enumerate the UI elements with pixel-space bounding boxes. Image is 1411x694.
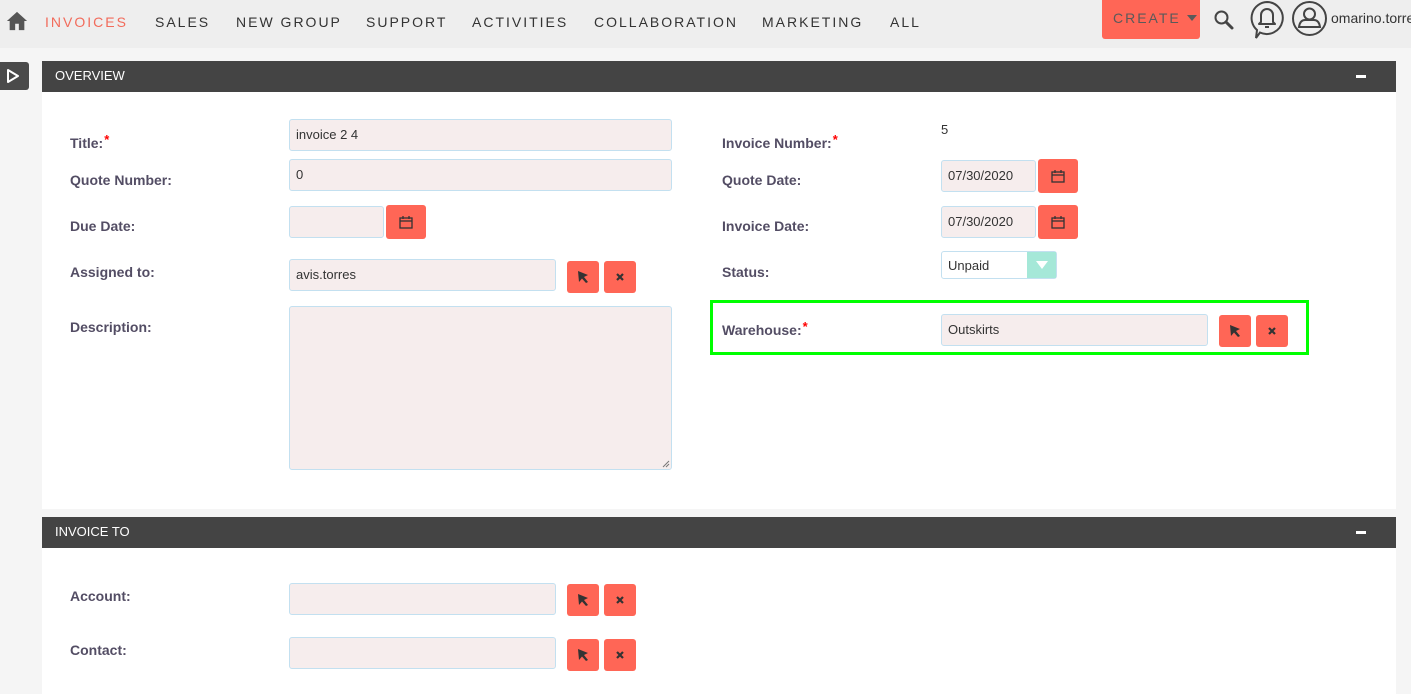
status-select[interactable]: Unpaid [941, 251, 1057, 279]
assigned-to-label: Assigned to: [70, 264, 155, 280]
assigned-to-input[interactable]: avis.torres [289, 259, 556, 291]
clear-x-icon [1268, 327, 1276, 335]
warehouse-label: Warehouse:* [722, 319, 808, 338]
account-input[interactable] [289, 583, 556, 615]
invoice-number-value: 5 [941, 122, 949, 137]
cursor-arrow-icon [578, 594, 588, 606]
status-selected-value: Unpaid [948, 258, 990, 273]
assigned-to-clear-button[interactable] [604, 261, 636, 293]
quote-date-label: Quote Date: [722, 172, 802, 188]
contact-label: Contact: [70, 642, 127, 658]
description-textarea[interactable] [289, 306, 672, 470]
due-date-input[interactable] [289, 206, 384, 238]
calendar-icon [1051, 216, 1065, 229]
nav-item-activities[interactable]: ACTIVITIES [472, 14, 568, 30]
user-avatar-icon[interactable] [1291, 0, 1328, 37]
nav-item-collaboration[interactable]: COLLABORATION [594, 14, 738, 30]
invoice-to-panel-title: INVOICE TO [55, 524, 130, 539]
nav-item-sales[interactable]: SALES [155, 14, 210, 30]
quote-date-calendar-button[interactable] [1038, 159, 1078, 193]
invoice-to-panel-body [42, 548, 1396, 694]
warehouse-select-button[interactable] [1219, 315, 1251, 347]
nav-item-marketing[interactable]: MARKETING [762, 14, 863, 30]
collapse-icon[interactable] [1356, 531, 1366, 534]
nav-item-invoices[interactable]: INVOICES [45, 14, 128, 30]
contact-clear-button[interactable] [604, 639, 636, 671]
clear-x-icon [616, 651, 624, 659]
dropdown-arrow-icon [1027, 252, 1056, 278]
due-date-label: Due Date: [70, 218, 136, 234]
nav-item-all[interactable]: ALL [890, 14, 921, 30]
account-clear-button[interactable] [604, 584, 636, 616]
due-date-calendar-button[interactable] [386, 205, 426, 239]
nav-item-support[interactable]: SUPPORT [366, 14, 447, 30]
cursor-arrow-icon [578, 649, 588, 661]
invoice-date-calendar-button[interactable] [1038, 205, 1078, 239]
collapse-icon[interactable] [1356, 75, 1366, 78]
overview-panel-header[interactable]: OVERVIEW [42, 61, 1396, 92]
contact-select-button[interactable] [567, 639, 599, 671]
contact-input[interactable] [289, 637, 556, 669]
invoice-to-panel-header[interactable]: INVOICE TO [42, 517, 1396, 548]
status-label: Status: [722, 264, 770, 280]
warehouse-clear-button[interactable] [1256, 315, 1288, 347]
home-icon[interactable] [6, 10, 28, 32]
sidebar-toggle-icon [7, 69, 19, 83]
title-input[interactable]: invoice 2 4 [289, 119, 672, 151]
create-button[interactable]: CREATE [1102, 0, 1200, 39]
clear-x-icon [616, 596, 624, 604]
quote-date-input[interactable]: 07/30/2020 [941, 160, 1036, 192]
resize-handle-icon[interactable] [662, 460, 670, 468]
clear-x-icon [616, 273, 624, 281]
quote-number-label: Quote Number: [70, 172, 172, 188]
notifications-bell-icon[interactable] [1248, 0, 1286, 40]
quote-number-input[interactable]: 0 [289, 159, 672, 191]
username[interactable]: omarino.torre [1331, 10, 1411, 26]
calendar-icon [1051, 170, 1065, 183]
sidebar-toggle-button[interactable] [0, 62, 29, 90]
account-label: Account: [70, 588, 131, 604]
top-navigation-bar: INVOICES SALES NEW GROUP SUPPORT ACTIVIT… [0, 0, 1411, 48]
create-label: CREATE [1113, 10, 1181, 26]
title-label: Title:* [70, 132, 110, 151]
caret-down-icon [1186, 15, 1197, 21]
description-label: Description: [70, 319, 152, 335]
overview-panel-title: OVERVIEW [55, 68, 125, 83]
invoice-date-input[interactable]: 07/30/2020 [941, 206, 1036, 238]
cursor-arrow-icon [1230, 325, 1240, 337]
invoice-number-label: Invoice Number:* [722, 132, 838, 151]
account-select-button[interactable] [567, 584, 599, 616]
cursor-arrow-icon [578, 271, 588, 283]
calendar-icon [399, 216, 413, 229]
search-icon[interactable] [1212, 8, 1236, 32]
warehouse-input[interactable]: Outskirts [941, 314, 1208, 346]
nav-item-new-group[interactable]: NEW GROUP [236, 14, 342, 30]
assigned-to-select-button[interactable] [567, 261, 599, 293]
invoice-date-label: Invoice Date: [722, 218, 810, 234]
